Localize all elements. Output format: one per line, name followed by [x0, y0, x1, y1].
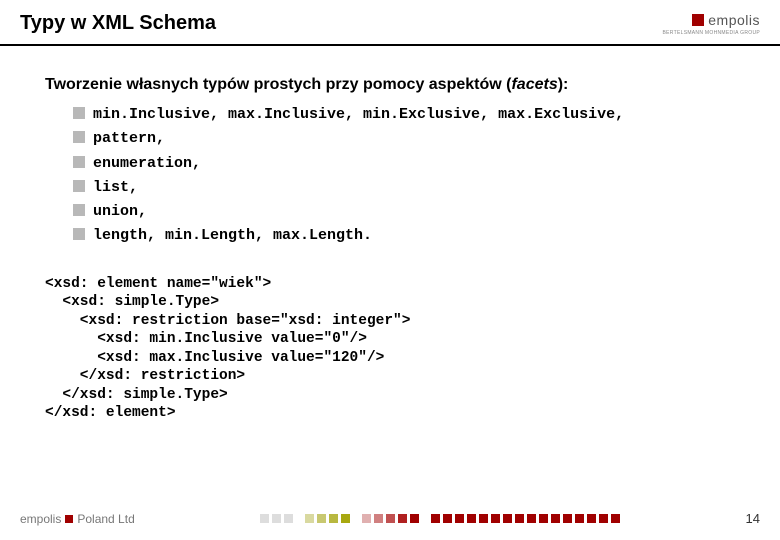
decoration-square-icon	[353, 514, 359, 523]
decoration-square-icon	[284, 514, 293, 523]
facet-text: min.Inclusive, max.Inclusive, min.Exclus…	[93, 106, 624, 123]
logo-subtext: BERTELSMANN MOHNMEDIA GROUP	[663, 30, 760, 36]
decoration-square-icon	[539, 514, 548, 523]
footer-logo-square-icon	[65, 515, 73, 523]
decoration-square-icon	[398, 514, 407, 523]
decoration-square-icon	[455, 514, 464, 523]
footer-logo-left: empolis	[20, 512, 61, 526]
decoration-square-icon	[272, 514, 281, 523]
decoration-square-icon	[587, 514, 596, 523]
decoration-square-icon	[317, 514, 326, 523]
decoration-square-icon	[503, 514, 512, 523]
decoration-square-icon	[611, 514, 620, 523]
decoration-square-icon	[599, 514, 608, 523]
slide-header: Typy w XML Schema empolis BERTELSMANN MO…	[0, 0, 780, 46]
decoration-square-icon	[491, 514, 500, 523]
list-item: list,	[73, 177, 735, 198]
list-item: pattern,	[73, 128, 735, 149]
facet-list: min.Inclusive, max.Inclusive, min.Exclus…	[45, 104, 735, 247]
decoration-square-icon	[443, 514, 452, 523]
decoration-square-icon	[467, 514, 476, 523]
decoration-square-icon	[551, 514, 560, 523]
slide-content: Tworzenie własnych typów prostych przy p…	[0, 46, 780, 433]
code-example: <xsd: element name="wiek"> <xsd: simple.…	[45, 275, 735, 423]
decoration-square-icon	[329, 514, 338, 523]
facet-text: length, min.Length, max.Length.	[93, 227, 372, 244]
facet-text: list,	[93, 179, 138, 196]
section-subtitle: Tworzenie własnych typów prostych przy p…	[45, 76, 735, 94]
decoration-square-icon	[296, 514, 302, 523]
subtitle-suffix: ):	[558, 76, 569, 93]
list-item: min.Inclusive, max.Inclusive, min.Exclus…	[73, 104, 735, 125]
decoration-square-icon	[305, 514, 314, 523]
subtitle-prefix: Tworzenie własnych typów prostych przy p…	[45, 76, 511, 93]
facet-text: enumeration,	[93, 155, 201, 172]
list-item: length, min.Length, max.Length.	[73, 225, 735, 246]
decoration-square-icon	[479, 514, 488, 523]
list-item: enumeration,	[73, 153, 735, 174]
footer-decoration	[165, 514, 716, 523]
logo-square-icon	[692, 14, 704, 26]
footer-logo: empolis Poland Ltd	[20, 512, 135, 526]
decoration-square-icon	[431, 514, 440, 523]
brand-logo: empolis BERTELSMANN MOHNMEDIA GROUP	[663, 12, 760, 36]
decoration-square-icon	[527, 514, 536, 523]
decoration-square-icon	[422, 514, 428, 523]
list-item: union,	[73, 201, 735, 222]
facet-text: pattern,	[93, 130, 165, 147]
decoration-square-icon	[260, 514, 269, 523]
decoration-square-icon	[410, 514, 419, 523]
logo-main: empolis	[663, 12, 760, 28]
decoration-square-icon	[575, 514, 584, 523]
page-title: Typy w XML Schema	[20, 12, 216, 35]
decoration-square-icon	[362, 514, 371, 523]
footer-logo-right: Poland Ltd	[77, 512, 134, 526]
facet-text: union,	[93, 203, 147, 220]
logo-text: empolis	[708, 12, 760, 28]
slide-footer: empolis Poland Ltd 14	[0, 511, 780, 526]
subtitle-italic: facets	[511, 76, 557, 93]
decoration-square-icon	[563, 514, 572, 523]
decoration-square-icon	[515, 514, 524, 523]
decoration-square-icon	[341, 514, 350, 523]
decoration-square-icon	[386, 514, 395, 523]
page-number: 14	[746, 511, 760, 526]
decoration-square-icon	[374, 514, 383, 523]
